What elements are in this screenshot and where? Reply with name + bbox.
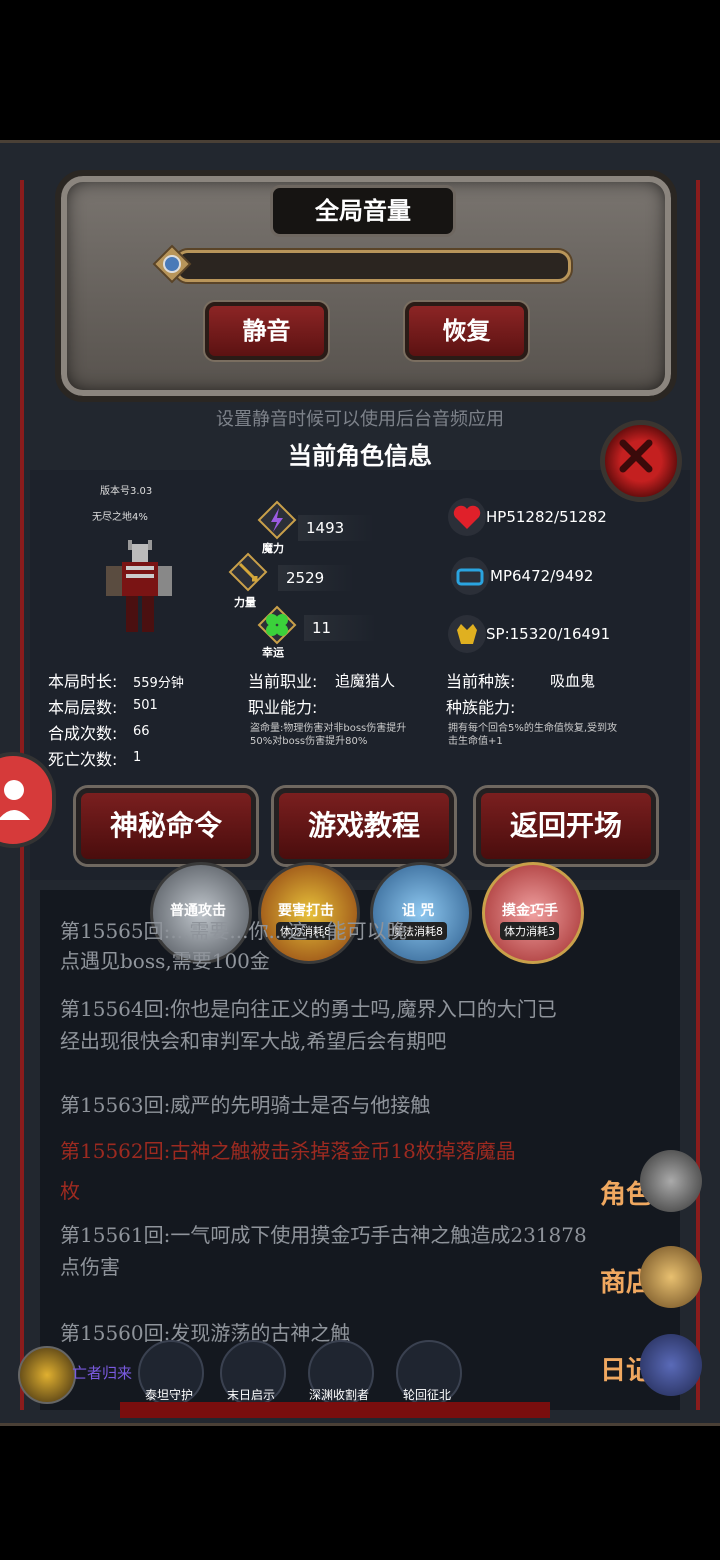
job-ability-label: 职业能力: <box>248 698 318 717</box>
strength-label: 力量 <box>234 596 256 609</box>
sp-label: SP: <box>486 625 510 643</box>
close-icon <box>619 439 653 473</box>
restore-button[interactable]: 恢复 <box>405 302 528 360</box>
deaths-label: 死亡次数: <box>48 750 118 769</box>
hp-row: HP51282/51282 <box>486 508 607 526</box>
magic-icon <box>257 500 297 540</box>
abyss-reaper-label: 深渊收割者 <box>308 1388 369 1402</box>
floors-value: 501 <box>133 698 158 713</box>
volume-slider-knob-icon[interactable] <box>152 244 192 284</box>
guild-label: 亡者归来 <box>72 1364 133 1382</box>
tutorial-button[interactable]: 游戏教程 <box>274 788 454 864</box>
luck-value: 11 <box>304 615 376 641</box>
sp-value: 15320/16491 <box>509 625 611 643</box>
doom-revelation-label: 末日启示 <box>226 1388 275 1402</box>
reincarnation-label: 轮回征北 <box>402 1388 451 1402</box>
mp-value: 6472/9492 <box>512 567 594 585</box>
job-ability-text: 盗命量:物理伤害对非boss伤害提升50%对boss伤害提升80% <box>250 723 407 747</box>
book-icon[interactable] <box>640 1334 702 1396</box>
helmet-icon[interactable] <box>640 1150 702 1212</box>
duration-value: 559分钟 <box>133 676 184 691</box>
mp-icon <box>450 556 490 596</box>
log-line: 第15560回:发现游荡的古神之触 <box>60 1321 351 1345</box>
volume-title: 全局音量 <box>270 185 456 237</box>
deaths-value: 1 <box>133 750 142 765</box>
back-to-start-button[interactable]: 返回开场 <box>476 788 656 864</box>
log-line: 第15562回:古神之触被击杀掉落金币18枚掉落魔晶 <box>60 1139 516 1163</box>
luck-label: 幸运 <box>262 646 284 659</box>
titan-guard-label: 泰坦守护 <box>144 1388 193 1402</box>
version-text: 版本号3.03 <box>100 486 153 497</box>
log-line: 点遇见boss,需要100金 <box>60 949 270 973</box>
secret-command-button[interactable]: 神秘命令 <box>76 788 256 864</box>
merges-value: 66 <box>133 724 150 739</box>
log-line: 第15561回:一气呵成下使用摸金巧手古神之触造成231878 <box>60 1223 587 1247</box>
race-label: 当前种族: <box>446 672 516 691</box>
heart-icon <box>447 497 487 537</box>
merges-label: 合成次数: <box>48 724 118 743</box>
mp-row: MP6472/9492 <box>490 567 593 585</box>
clover-icon <box>257 605 297 645</box>
hp-value: 51282/51282 <box>506 508 607 526</box>
log-line: 经出现很快会和审判军大战,希望后会有期吧 <box>60 1029 447 1053</box>
guild-icon[interactable] <box>18 1346 76 1404</box>
magic-value: 1493 <box>298 515 374 541</box>
volume-slider[interactable] <box>175 250 571 282</box>
job-label: 当前职业: <box>248 672 318 691</box>
bottom-red-bar <box>120 1402 550 1418</box>
hp-label: HP <box>486 508 507 526</box>
job-value: 追魔猎人 <box>335 672 396 690</box>
log-line: 第15563回:威严的先明骑士是否与他接触 <box>60 1093 431 1117</box>
character-avatar <box>98 540 182 640</box>
race-ability-label: 种族能力: <box>446 698 516 717</box>
race-ability-text: 拥有每个回合5%的生命值恢复,受到攻击生命值+1 <box>448 723 618 747</box>
mug-icon[interactable] <box>640 1246 702 1308</box>
floors-label: 本局层数: <box>48 698 118 717</box>
strength-icon <box>228 552 268 592</box>
sp-icon <box>447 614 487 654</box>
log-line: 第15565回:...需要...你...这...能可以晚 <box>60 919 407 943</box>
frame-rail-right <box>696 180 700 1410</box>
duration-label: 本局时长: <box>48 672 118 691</box>
race-value: 吸血鬼 <box>550 672 596 690</box>
close-button[interactable] <box>600 420 682 502</box>
zone-text: 无尽之地4% <box>92 512 148 523</box>
user-icon <box>0 780 30 820</box>
log-line: 第15564回:你也是向往正义的勇士吗,魔界入口的大门已 <box>60 997 557 1021</box>
mp-label: MP <box>490 567 512 585</box>
mute-button[interactable]: 静音 <box>205 302 328 360</box>
sp-row: SP:15320/16491 <box>486 625 610 643</box>
strength-value: 2529 <box>278 565 354 591</box>
